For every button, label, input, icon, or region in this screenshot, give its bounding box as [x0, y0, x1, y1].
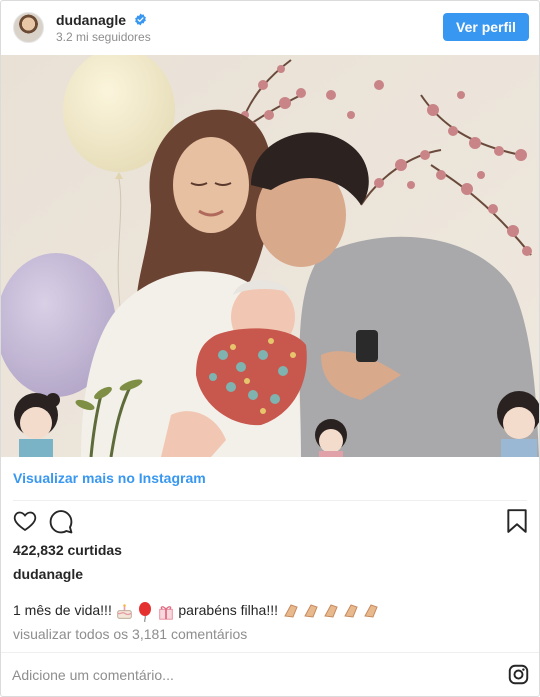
ribbon-gift-icon [158, 605, 173, 620]
caption-text-part-1: 1 mês de vida!!! [13, 602, 112, 619]
verified-badge-icon [135, 13, 146, 26]
instagram-embed-card: dudanagle 3.2 mi seguidores Ver perfil V… [0, 0, 540, 697]
view-more-on-instagram-link[interactable]: Visualizar mais no Instagram [13, 470, 206, 486]
doll-middle [315, 419, 347, 457]
username[interactable]: dudanagle [56, 12, 126, 28]
view-profile-button[interactable]: Ver perfil [443, 13, 529, 41]
caption: 1 mês de vida!!! parabéns filha!!! [13, 601, 382, 622]
follower-count: 3.2 mi seguidores [56, 30, 151, 44]
post-header: dudanagle 3.2 mi seguidores Ver perfil [1, 1, 539, 55]
clapping-hands-icon [284, 604, 378, 618]
caption-author[interactable]: dudanagle [13, 566, 83, 582]
clapping-hands-icons [282, 601, 382, 622]
caption-text-part-2: parabéns filha!!! [178, 602, 279, 619]
view-all-comments-link[interactable]: visualizar todos os 3,181 comentários [13, 626, 247, 642]
divider [13, 500, 527, 501]
bookmark-icon[interactable] [506, 508, 528, 534]
post-image[interactable] [1, 55, 539, 457]
divider [1, 652, 539, 653]
birthday-cake-icon [116, 604, 132, 619]
heart-icon[interactable] [12, 509, 38, 533]
like-count[interactable]: 422,832 curtidas [13, 542, 122, 558]
post-photo-illustration [1, 55, 539, 457]
doll-right [497, 391, 539, 457]
balloon-icon [138, 601, 151, 622]
comment-icon[interactable] [48, 509, 74, 534]
instagram-logo-icon[interactable] [508, 664, 529, 685]
avatar[interactable] [13, 12, 44, 43]
add-comment-input[interactable] [12, 662, 452, 688]
